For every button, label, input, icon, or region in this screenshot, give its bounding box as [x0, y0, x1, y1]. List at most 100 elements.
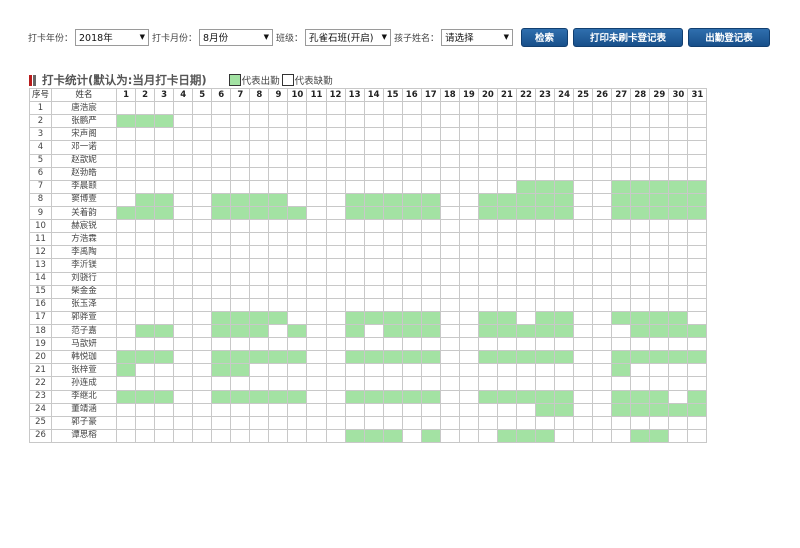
- year-select[interactable]: 2018年 ▼: [75, 28, 150, 46]
- month-select[interactable]: 8月份 ▼: [199, 28, 274, 46]
- attendance-cell-absent: [306, 363, 327, 378]
- class-select[interactable]: 孔雀石班(开启) ▼: [305, 28, 392, 46]
- attendance-sheet-button[interactable]: 出勤登记表: [688, 27, 771, 47]
- attendance-cell-absent: [192, 402, 213, 417]
- child-label: 孩子姓名：: [394, 33, 440, 44]
- attendance-cell-absent: [249, 140, 270, 155]
- attendance-cell-present: [668, 192, 689, 207]
- attendance-cell-absent: [630, 284, 651, 299]
- attendance-cell-absent: [363, 258, 384, 273]
- chevron-down-icon: ▼: [381, 33, 388, 41]
- attendance-cell-absent: [458, 428, 479, 443]
- attendance-cell-absent: [535, 127, 556, 142]
- attendance-cell-absent: [363, 140, 384, 155]
- table-row: 18 范子嘉: [29, 323, 708, 339]
- child-name: 窦博壹: [51, 192, 117, 207]
- attendance-cell-absent: [249, 166, 270, 181]
- attendance-cell-absent: [573, 153, 594, 168]
- attendance-cell-absent: [515, 297, 537, 312]
- attendance-cell-absent: [477, 232, 498, 247]
- attendance-cell-present: [649, 179, 670, 194]
- attendance-cell-absent: [230, 415, 251, 430]
- attendance-cell-present: [135, 389, 156, 404]
- table-row: 23 李继北: [29, 389, 708, 404]
- attendance-cell-absent: [211, 271, 232, 286]
- attendance-cell-present: [211, 350, 232, 365]
- table-row: 14 刘骁行: [29, 271, 708, 286]
- attendance-cell-present: [287, 323, 308, 339]
- attendance-cell-absent: [306, 140, 327, 155]
- attendance-cell-absent: [439, 389, 460, 404]
- attendance-cell-absent: [496, 114, 517, 129]
- attendance-cell-absent: [458, 350, 479, 365]
- attendance-cell-absent: [477, 428, 498, 443]
- attendance-cell-absent: [573, 127, 594, 142]
- attendance-cell-absent: [268, 271, 289, 286]
- attendance-cell-absent: [382, 402, 403, 417]
- attendance-cell-absent: [668, 337, 689, 352]
- attendance-cell-absent: [363, 284, 384, 299]
- attendance-cell-absent: [515, 337, 537, 352]
- attendance-cell-absent: [496, 232, 517, 247]
- attendance-cell-absent: [154, 337, 175, 352]
- attendance-cell-absent: [268, 402, 289, 417]
- attendance-cell-absent: [611, 415, 632, 430]
- row-number: 14: [29, 271, 52, 286]
- attendance-cell-absent: [573, 140, 594, 155]
- attendance-cell-present: [382, 192, 403, 207]
- attendance-cell-absent: [382, 363, 403, 378]
- attendance-cell-absent: [458, 284, 479, 299]
- attendance-cell-absent: [515, 166, 537, 181]
- attendance-cell-absent: [249, 101, 270, 116]
- attendance-cell-absent: [287, 219, 308, 234]
- row-number: 15: [29, 284, 52, 299]
- attendance-cell-absent: [192, 114, 213, 129]
- table-row: 21 张梓萱: [29, 363, 708, 378]
- attendance-cell-absent: [249, 127, 270, 142]
- attendance-cell-absent: [135, 297, 156, 312]
- attendance-cell-absent: [325, 101, 346, 116]
- search-button[interactable]: 检索: [521, 27, 569, 47]
- attendance-cell-present: [401, 310, 422, 325]
- row-number: 4: [29, 140, 52, 155]
- row-number: 12: [29, 245, 52, 260]
- attendance-cell-absent: [306, 179, 327, 194]
- attendance-cell-absent: [115, 101, 137, 116]
- legend-absent-swatch: [281, 74, 294, 86]
- attendance-cell-absent: [420, 127, 441, 142]
- attendance-cell-absent: [173, 402, 194, 417]
- attendance-cell-absent: [135, 284, 156, 299]
- attendance-cell-absent: [344, 127, 365, 142]
- attendance-cell-absent: [592, 284, 613, 299]
- attendance-cell-absent: [325, 337, 346, 352]
- attendance-cell-absent: [439, 323, 460, 339]
- attendance-cell-absent: [668, 258, 689, 273]
- attendance-cell-absent: [173, 350, 194, 365]
- attendance-cell-absent: [135, 179, 156, 194]
- attendance-cell-present: [420, 310, 441, 325]
- print-missing-button[interactable]: 打印未刷卡登记表: [573, 27, 684, 47]
- attendance-cell-absent: [496, 415, 517, 430]
- attendance-cell-absent: [630, 337, 651, 352]
- attendance-cell-absent: [496, 219, 517, 234]
- attendance-cell-absent: [154, 258, 175, 273]
- attendance-cell-absent: [249, 271, 270, 286]
- child-select[interactable]: 请选择 ▼: [441, 28, 514, 46]
- attendance-cell-absent: [135, 232, 156, 247]
- attendance-cell-absent: [668, 389, 689, 404]
- attendance-cell-present: [230, 205, 251, 221]
- attendance-cell-absent: [211, 140, 232, 155]
- attendance-cell-absent: [477, 415, 498, 430]
- attendance-cell-absent: [115, 245, 137, 260]
- attendance-cell-present: [344, 389, 365, 404]
- attendance-cell-present: [211, 389, 232, 404]
- attendance-cell-absent: [630, 153, 651, 168]
- attendance-cell-absent: [515, 415, 537, 430]
- attendance-cell-absent: [668, 101, 689, 116]
- attendance-cell-absent: [154, 166, 175, 181]
- attendance-cell-absent: [573, 297, 594, 312]
- attendance-cell-absent: [135, 415, 156, 430]
- attendance-cell-present: [344, 310, 365, 325]
- attendance-cell-absent: [554, 428, 575, 443]
- attendance-cell-absent: [630, 245, 651, 260]
